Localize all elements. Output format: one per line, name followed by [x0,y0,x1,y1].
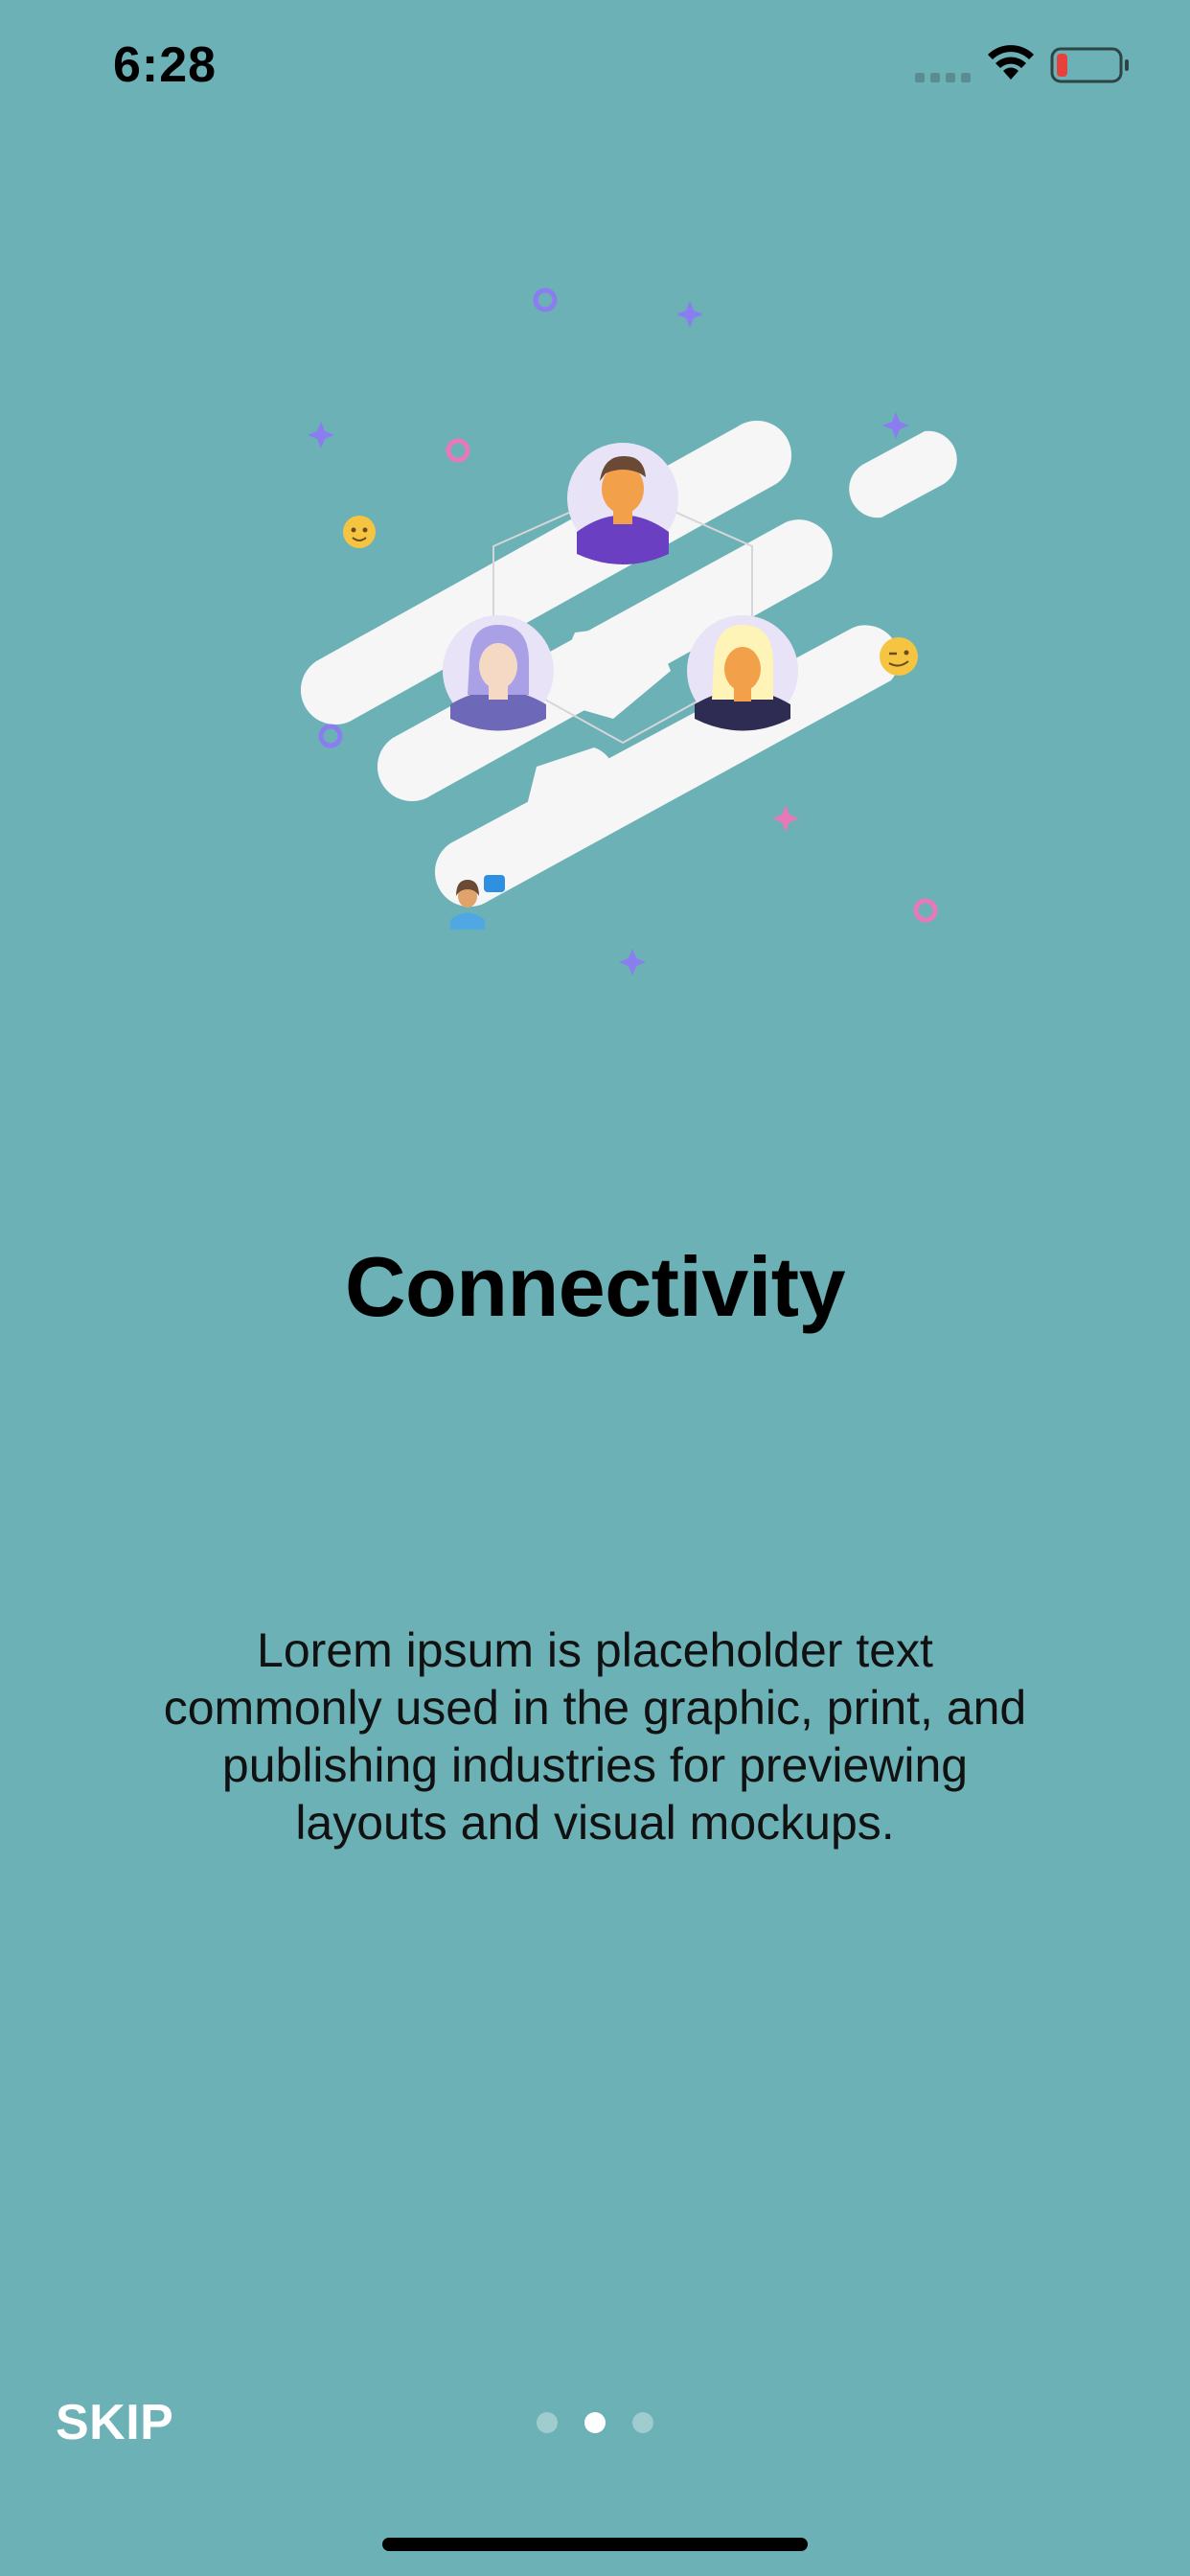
wifi-icon [988,45,1034,80]
battery-low-icon [1050,47,1129,83]
onboarding-title: Connectivity [344,1239,846,1334]
home-indicator[interactable] [382,2538,808,2551]
avatar-woman-purple-icon [443,615,554,731]
sparkle-purple-icon [619,949,646,976]
sparkle-purple-icon [676,301,703,328]
status-time: 6:28 [113,37,217,93]
sparkle-pink-icon [772,805,799,832]
wink-emoji-icon [880,637,918,676]
sparkle-purple-icon [308,422,334,448]
page-dot-1[interactable] [537,2412,558,2433]
smile-emoji-icon [343,516,376,548]
avatar-man-icon [567,443,678,564]
skip-button[interactable]: SKIP [56,2394,173,2451]
ring-purple-icon [533,288,558,312]
page-dot-2-active[interactable] [584,2412,606,2433]
connectivity-illustration [300,288,957,976]
page-indicator [537,2412,653,2433]
onboarding-description: Lorem ipsum is placeholder text commonly… [163,1623,1027,1850]
ring-pink-icon [913,898,938,923]
ring-pink-icon [446,438,470,463]
cellular-signal-icon [915,73,971,82]
status-bar: 6:28 [0,0,1190,134]
page-dot-3[interactable] [632,2412,653,2433]
sparkle-purple-icon [882,412,909,439]
avatar-woman-blonde-icon [687,615,798,731]
ring-purple-icon [318,724,343,748]
